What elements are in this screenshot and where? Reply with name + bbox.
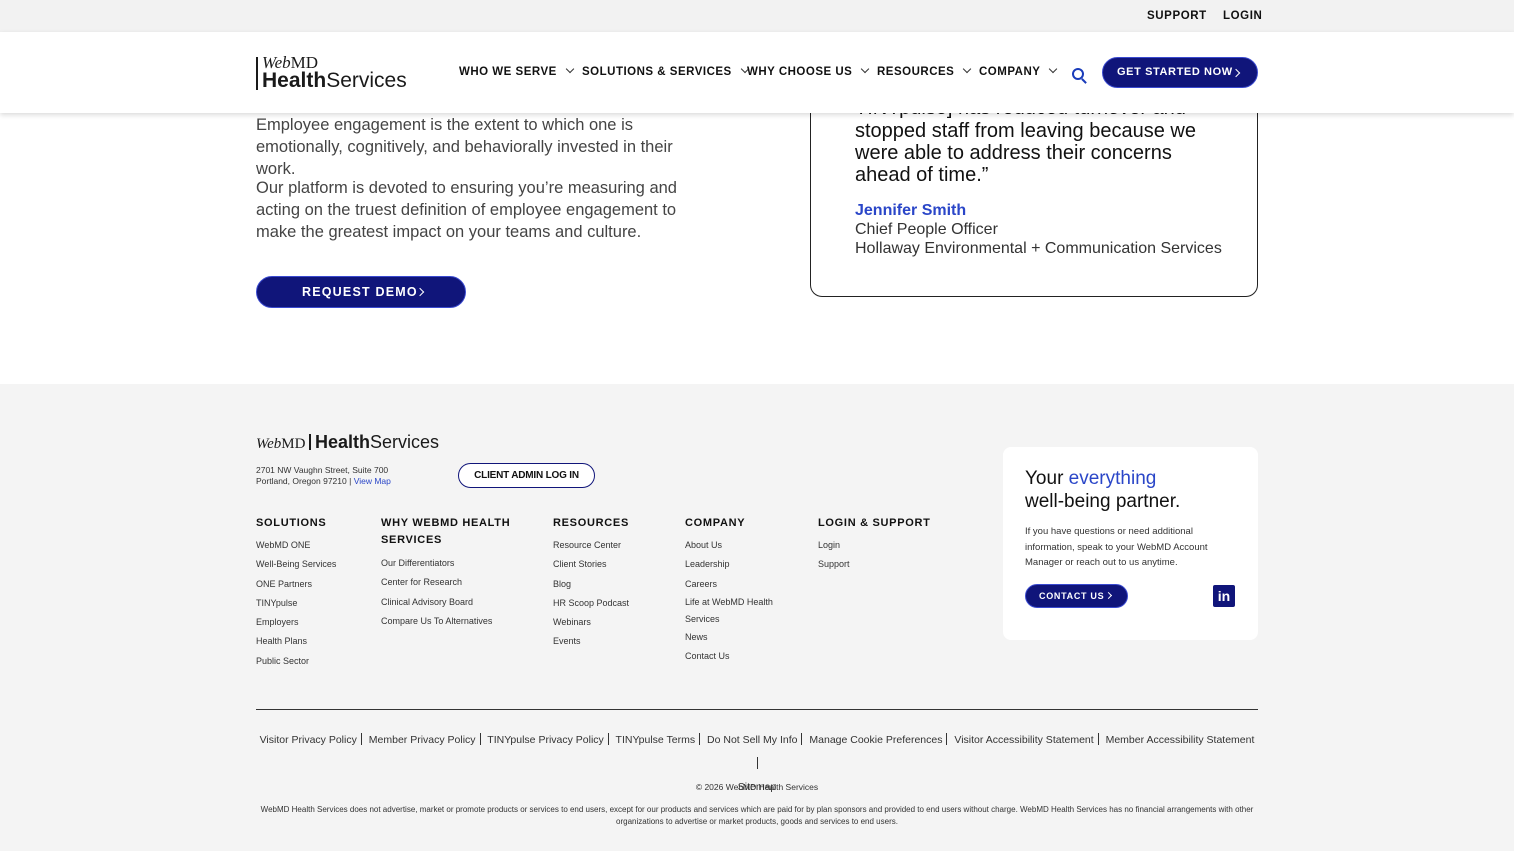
footer-link[interactable]: Support xyxy=(818,555,850,574)
footer-link[interactable]: Client Stories xyxy=(553,555,629,574)
footer-link[interactable]: Life at WebMD Health xyxy=(685,594,773,611)
chevron-right-icon xyxy=(1104,591,1113,600)
footer-link[interactable]: About Us xyxy=(685,536,773,555)
request-demo-label: REQUEST DEMO xyxy=(302,285,418,299)
testimonial-role: Chief People Officer xyxy=(855,221,998,238)
logo-health-services: HealthServices xyxy=(262,69,407,92)
contact-us-button[interactable]: CONTACT US xyxy=(1025,584,1128,608)
footer-link[interactable]: Login xyxy=(818,536,850,555)
legal-link[interactable]: TINYpulse Privacy Policy xyxy=(487,734,604,746)
view-map-link[interactable]: View Map xyxy=(354,476,391,486)
get-started-button[interactable]: GET STARTED NOW xyxy=(1102,57,1258,88)
footer-link[interactable]: Center for Research xyxy=(381,573,492,592)
support-link[interactable]: SUPPORT xyxy=(1147,10,1207,22)
legal-link[interactable]: Do Not Sell My Info xyxy=(707,734,797,746)
partner-title: Your everything well-being partner. xyxy=(1025,468,1181,512)
footer-link[interactable]: Contact Us xyxy=(685,647,773,666)
linkedin-icon[interactable]: in xyxy=(1213,585,1235,607)
footer-col-solutions: WebMD ONE Well-Being Services ONE Partne… xyxy=(256,536,336,671)
chevron-right-icon xyxy=(1231,68,1241,78)
legal-link[interactable]: Member Privacy Policy xyxy=(369,734,476,746)
footer-link[interactable]: Blog xyxy=(553,575,629,594)
engagement-definition: Employee engagement is the extent to whi… xyxy=(256,116,673,178)
footer-col-why-heading: WHY WEBMD HEALTH SERVICES xyxy=(381,517,511,546)
wellbeing-partner-card: Your everything well-being partner. If y… xyxy=(1003,447,1258,640)
footer-link[interactable]: Employers xyxy=(256,613,336,632)
nav-who-we-serve[interactable]: WHO WE SERVE xyxy=(459,64,575,78)
chevron-down-icon xyxy=(565,64,575,74)
footer-divider xyxy=(256,709,1258,710)
nav-why-choose-us[interactable]: WHY CHOOSE US xyxy=(747,64,870,78)
footer-link[interactable]: ONE Partners xyxy=(256,575,336,594)
request-demo-button[interactable]: REQUEST DEMO xyxy=(256,276,466,308)
logo-divider xyxy=(256,57,258,90)
get-started-label: GET STARTED NOW xyxy=(1117,66,1233,78)
platform-description: Our platform is devoted to ensuring you’… xyxy=(256,179,677,241)
footer-link[interactable]: Events xyxy=(553,632,629,651)
footer-link[interactable]: HR Scoop Podcast xyxy=(553,594,629,613)
site-header: WebMD HealthServices WHO WE SERVE SOLUTI… xyxy=(0,32,1514,113)
copyright: © 2026 WebMD Health Services xyxy=(695,782,819,792)
footer-col-company-heading: COMPANY xyxy=(685,517,746,529)
footer-link[interactable]: Compare Us To Alternatives xyxy=(381,612,492,631)
chevron-down-icon xyxy=(861,64,870,74)
nav-solutions-services[interactable]: SOLUTIONS & SERVICES xyxy=(582,64,749,78)
testimonial-name: Jennifer Smith xyxy=(855,202,967,219)
footer-link[interactable]: Careers xyxy=(685,575,773,594)
footer-link[interactable]: WebMD ONE xyxy=(256,536,336,555)
footer-link[interactable]: Services xyxy=(685,611,773,628)
legal-link[interactable]: Visitor Accessibility Statement xyxy=(954,734,1093,746)
footer-col-solutions-heading: SOLUTIONS xyxy=(256,517,327,529)
disclaimer: WebMD Health Services does not advertise… xyxy=(260,805,1254,826)
legal-link[interactable]: Member Accessibility Statement xyxy=(1106,734,1255,746)
footer-link[interactable]: Health Plans xyxy=(256,632,336,651)
legal-link[interactable]: Visitor Privacy Policy xyxy=(260,734,357,746)
footer-link[interactable]: Our Differentiators xyxy=(381,554,492,573)
footer-col-login: Login Support xyxy=(818,536,850,575)
footer-col-why: Our Differentiators Center for Research … xyxy=(381,554,492,631)
partner-text: If you have questions or need additional… xyxy=(1025,526,1208,568)
utility-bar: SUPPORT LOGIN xyxy=(0,0,1514,32)
footer-address: 2701 NW Vaughn Street, Suite 700 Portlan… xyxy=(256,465,391,486)
legal-link[interactable]: Manage Cookie Preferences xyxy=(809,734,942,746)
footer-link[interactable]: Well-Being Services xyxy=(256,555,336,574)
chevron-down-icon xyxy=(1049,64,1058,74)
logo-divider xyxy=(309,434,311,450)
footer-link[interactable]: Leadership xyxy=(685,555,773,574)
footer-col-company: About Us Leadership Careers Life at WebM… xyxy=(685,536,773,666)
footer-logo[interactable]: WebMD HealthServices xyxy=(256,432,439,453)
nav-resources[interactable]: RESOURCES xyxy=(877,64,972,78)
site-footer: WebMD HealthServices 2701 NW Vaughn Stree… xyxy=(0,384,1514,851)
footer-link[interactable]: Clinical Advisory Board xyxy=(381,593,492,612)
search-icon[interactable] xyxy=(1072,68,1084,80)
footer-link[interactable]: TINYpulse xyxy=(256,594,336,613)
footer-col-resources-heading: RESOURCES xyxy=(553,517,629,529)
testimonial-company: Hollaway Environmental + Communication S… xyxy=(855,240,1222,257)
testimonial-quote: stopped staff from leaving because we we… xyxy=(855,120,1196,186)
client-admin-login-button[interactable]: CLIENT ADMIN LOG IN xyxy=(458,463,595,488)
login-link[interactable]: LOGIN xyxy=(1223,10,1262,22)
footer-col-login-heading: LOGIN & SUPPORT xyxy=(818,517,931,529)
legal-link[interactable]: TINYpulse Terms xyxy=(616,734,696,746)
footer-link[interactable]: News xyxy=(685,628,773,647)
footer-link[interactable]: Public Sector xyxy=(256,652,336,671)
webmd-health-services-logo[interactable]: WebMD HealthServices xyxy=(256,54,407,92)
nav-company[interactable]: COMPANY xyxy=(979,64,1058,78)
contact-us-label: CONTACT US xyxy=(1039,591,1105,601)
chevron-down-icon xyxy=(963,64,972,74)
footer-link[interactable]: Webinars xyxy=(553,613,629,632)
footer-col-resources: Resource Center Client Stories Blog HR S… xyxy=(553,536,629,652)
footer-link[interactable]: Resource Center xyxy=(553,536,629,555)
